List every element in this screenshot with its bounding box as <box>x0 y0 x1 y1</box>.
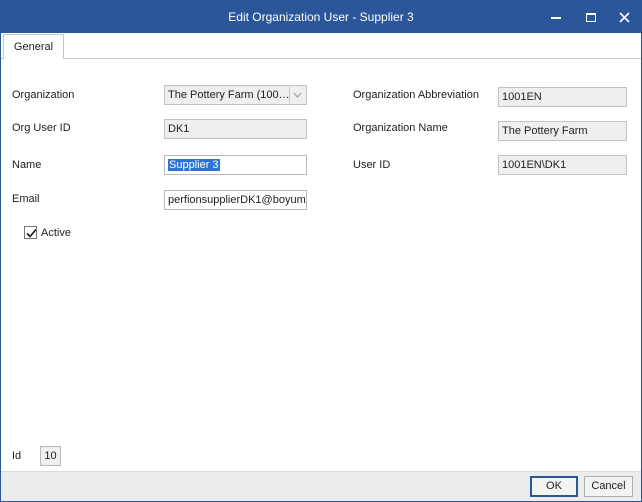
dialog-footer: OK Cancel <box>1 471 641 501</box>
organization-combo[interactable]: The Pottery Farm (100… <box>164 85 307 105</box>
id-label: Id <box>12 450 22 462</box>
email-field[interactable]: perfionsupplierDK1@boyum- <box>164 190 307 210</box>
cancel-button[interactable]: Cancel <box>584 476 633 497</box>
organization-abbreviation-field[interactable]: 1001EN <box>498 87 627 107</box>
edit-organization-user-dialog: Edit Organization User - Supplier 3 Gene… <box>0 0 642 502</box>
close-icon <box>618 11 630 23</box>
general-panel: Organization The Pottery Farm (100… Org … <box>1 59 641 471</box>
organization-name-field[interactable]: The Pottery Farm <box>498 121 627 141</box>
chevron-down-icon[interactable] <box>289 87 305 103</box>
org-user-id-field[interactable]: DK1 <box>164 119 307 139</box>
tab-general[interactable]: General <box>3 34 64 60</box>
ok-button[interactable]: OK <box>530 476 578 497</box>
active-checkbox[interactable] <box>24 226 37 239</box>
checkmark-icon <box>26 228 37 238</box>
close-button[interactable] <box>609 1 639 33</box>
active-label[interactable]: Active <box>41 227 71 239</box>
user-id-field[interactable]: 1001EN\DK1 <box>498 155 627 175</box>
title-bar[interactable]: Edit Organization User - Supplier 3 <box>1 1 641 33</box>
minimize-button[interactable] <box>541 1 571 33</box>
user-id-label: User ID <box>353 159 391 171</box>
maximize-button[interactable] <box>576 1 606 33</box>
org-user-id-label: Org User ID <box>12 122 71 134</box>
organization-value: The Pottery Farm (100… <box>168 89 290 101</box>
name-field[interactable]: Supplier 3 <box>164 155 307 175</box>
name-value: Supplier 3 <box>168 159 220 171</box>
tab-bar: General <box>1 33 641 60</box>
minimize-icon <box>551 17 561 19</box>
organization-abbreviation-label: Organization Abbreviation <box>353 89 479 101</box>
name-label: Name <box>12 159 42 171</box>
email-label: Email <box>12 193 40 205</box>
id-field[interactable]: 10 <box>40 446 61 466</box>
organization-name-label: Organization Name <box>353 122 448 134</box>
organization-label: Organization <box>12 89 75 101</box>
maximize-icon <box>586 12 596 22</box>
